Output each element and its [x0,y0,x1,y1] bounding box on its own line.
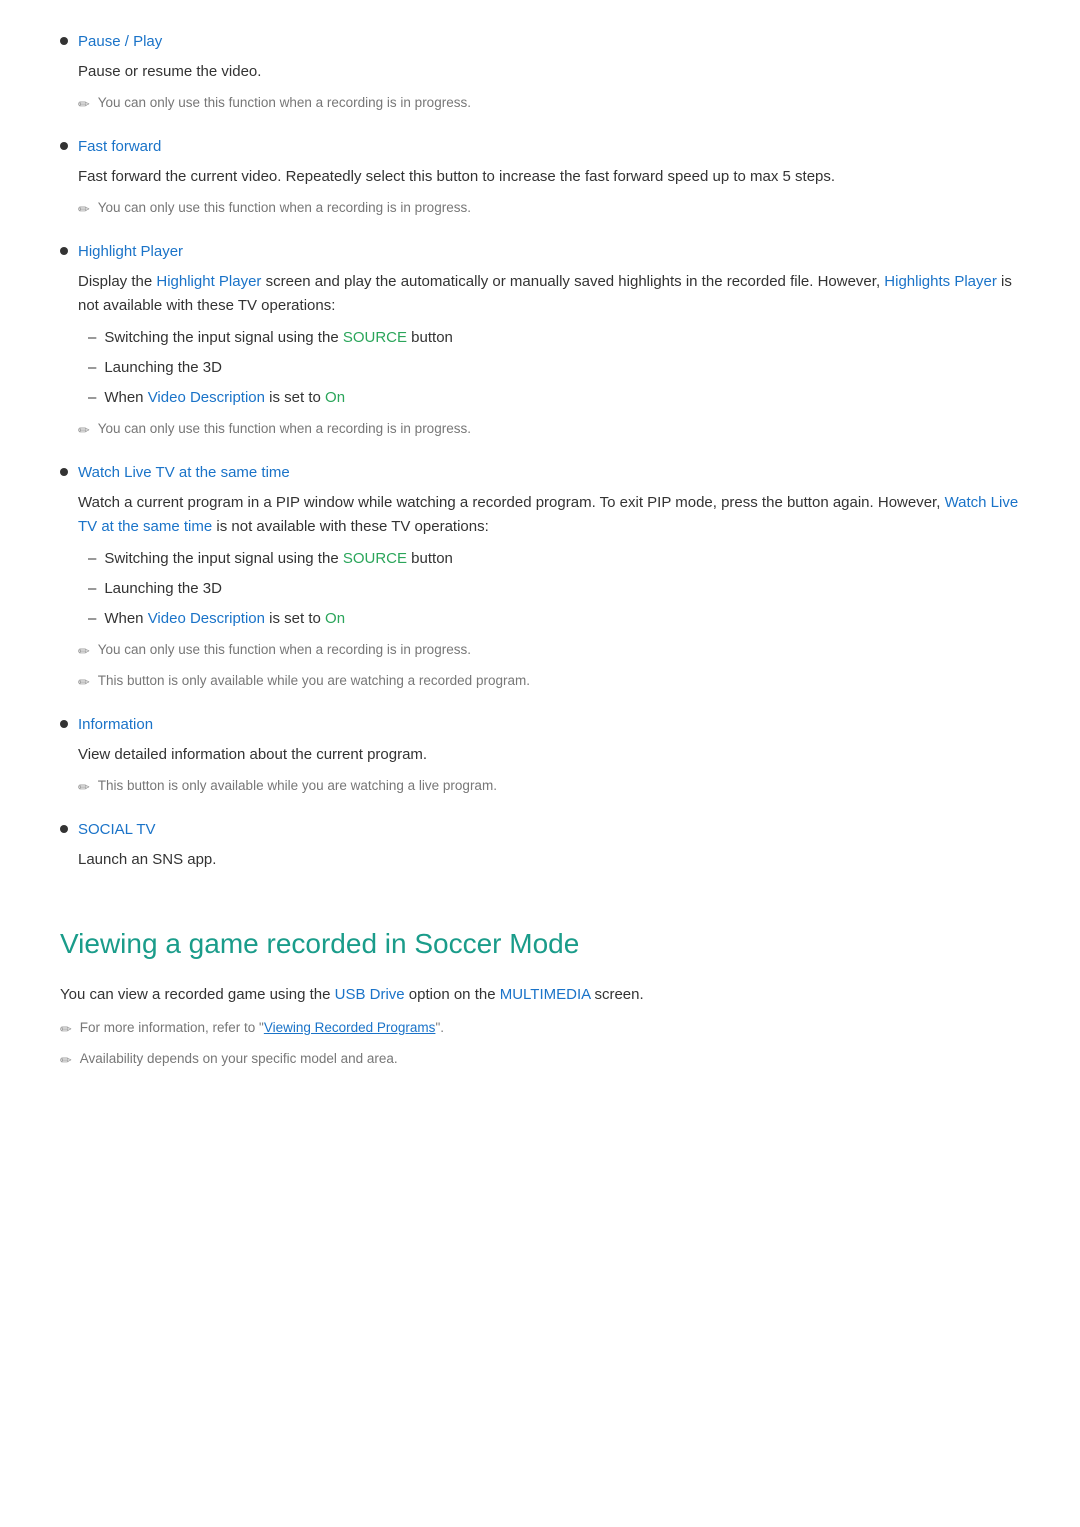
information-note: This button is only available while you … [78,775,1020,800]
watch-live-tv-sub-list: Switching the input signal using the SOU… [78,547,1020,631]
sub-item-text: Launching the 3D [104,577,222,601]
sub-item-text: Switching the input signal using the SOU… [104,326,453,350]
sub-item: When Video Description is set to On [78,607,1020,631]
pencil-icon [78,671,90,695]
play-link[interactable]: Play [133,33,162,50]
list-item-information: Information View detailed information ab… [60,713,1020,800]
watch-live-tv-note2: This button is only available while you … [78,670,1020,695]
information-desc: View detailed information about the curr… [78,743,1020,767]
social-tv-title[interactable]: SOCIAL TV [78,818,156,842]
soccer-mode-note1-text: For more information, refer to "Viewing … [80,1017,444,1039]
pause-link[interactable]: Pause [78,33,121,50]
highlight-player-desc: Display the Highlight Player screen and … [78,270,1020,318]
information-title[interactable]: Information [78,713,153,737]
highlight-player-note: You can only use this function when a re… [78,418,1020,443]
sub-item: Launching the 3D [78,356,1020,380]
fast-forward-note-text: You can only use this function when a re… [98,197,471,219]
sub-item-text: When Video Description is set to On [104,386,345,410]
watch-live-tv-desc: Watch a current program in a PIP window … [78,491,1020,539]
fast-forward-title[interactable]: Fast forward [78,135,161,159]
watch-live-tv-inline-link[interactable]: Watch Live TV at the same time [78,494,1018,535]
sub-item-text: When Video Description is set to On [104,607,345,631]
highlight-player-inline-link[interactable]: Highlight Player [156,273,261,290]
watch-live-tv-body: Watch a current program in a PIP window … [60,491,1020,695]
fast-forward-body: Fast forward the current video. Repeated… [60,165,1020,222]
list-item-fast-forward: Fast forward Fast forward the current vi… [60,135,1020,222]
source-label: SOURCE [343,329,407,346]
video-desc-link2[interactable]: Video Description [148,610,265,627]
on-label2: On [325,610,345,627]
sub-item: Switching the input signal using the SOU… [78,547,1020,571]
watch-live-tv-note1-text: You can only use this function when a re… [98,639,471,661]
sub-item-text: Launching the 3D [104,356,222,380]
highlight-player-sub-list: Switching the input signal using the SOU… [78,326,1020,410]
soccer-mode-section: Viewing a game recorded in Soccer Mode Y… [60,922,1020,1073]
fast-forward-desc: Fast forward the current video. Repeated… [78,165,1020,189]
on-label: On [325,389,345,406]
bullet-dot [60,142,68,150]
highlight-player-note-text: You can only use this function when a re… [98,418,471,440]
list-item-pause-play: Pause / Play Pause or resume the video. … [60,30,1020,117]
pencil-icon [78,640,90,664]
pencil-icon [78,198,90,222]
sub-item: Launching the 3D [78,577,1020,601]
soccer-mode-intro: You can view a recorded game using the U… [60,983,1020,1007]
pause-play-desc: Pause or resume the video. [78,60,1020,84]
information-body: View detailed information about the curr… [60,743,1020,800]
viewing-recorded-link[interactable]: Viewing Recorded Programs [264,1020,436,1035]
watch-live-tv-title[interactable]: Watch Live TV at the same time [78,461,290,485]
source-label: SOURCE [343,550,407,567]
bullet-dot [60,247,68,255]
pencil-icon [78,419,90,443]
watch-live-tv-note1: You can only use this function when a re… [78,639,1020,664]
sub-item-text: Switching the input signal using the SOU… [104,547,453,571]
watch-live-tv-note2-text: This button is only available while you … [98,670,530,692]
separator: / [125,33,133,50]
bullet-dot [60,37,68,45]
bullet-dot [60,468,68,476]
soccer-mode-note1: For more information, refer to "Viewing … [60,1017,1020,1042]
pencil-icon [60,1049,72,1073]
pencil-icon [60,1018,72,1042]
list-item-social-tv: SOCIAL TV Launch an SNS app. [60,818,1020,872]
social-tv-desc: Launch an SNS app. [78,848,1020,872]
usb-drive-link[interactable]: USB Drive [335,986,405,1003]
bullet-dot [60,720,68,728]
multimedia-link[interactable]: MULTIMEDIA [500,986,591,1003]
highlight-player-title[interactable]: Highlight Player [78,240,183,264]
pause-play-title[interactable]: Pause / Play [78,30,162,54]
list-item-highlight-player: Highlight Player Display the Highlight P… [60,240,1020,443]
list-item-watch-live-tv: Watch Live TV at the same time Watch a c… [60,461,1020,695]
information-note-text: This button is only available while you … [98,775,497,797]
video-desc-link[interactable]: Video Description [148,389,265,406]
pencil-icon [78,776,90,800]
pause-play-note: You can only use this function when a re… [78,92,1020,117]
main-list: Pause / Play Pause or resume the video. … [60,30,1020,872]
pencil-icon [78,93,90,117]
bullet-dot [60,825,68,833]
pause-play-body: Pause or resume the video. You can only … [60,60,1020,117]
fast-forward-note: You can only use this function when a re… [78,197,1020,222]
social-tv-body: Launch an SNS app. [60,848,1020,872]
sub-item: When Video Description is set to On [78,386,1020,410]
highlights-player-inline-link[interactable]: Highlights Player [884,273,997,290]
soccer-mode-note2: Availability depends on your specific mo… [60,1048,1020,1073]
sub-item: Switching the input signal using the SOU… [78,326,1020,350]
highlight-player-body: Display the Highlight Player screen and … [60,270,1020,443]
soccer-mode-note2-text: Availability depends on your specific mo… [80,1048,398,1070]
soccer-mode-title: Viewing a game recorded in Soccer Mode [60,922,1020,967]
pause-play-note-text: You can only use this function when a re… [98,92,471,114]
